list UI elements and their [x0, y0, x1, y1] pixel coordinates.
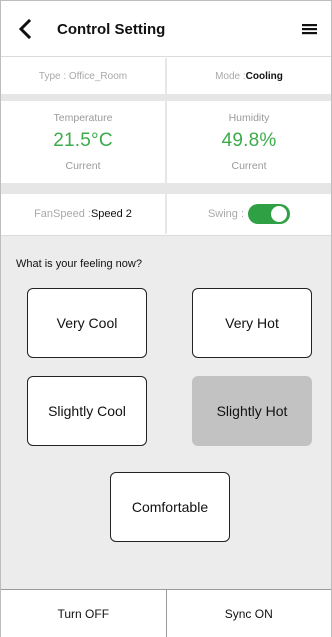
feeling-slightly-cool-button[interactable]: Slightly Cool: [27, 376, 147, 446]
feeling-very-cool-button[interactable]: Very Cool: [27, 288, 147, 358]
swing-toggle[interactable]: [248, 204, 291, 224]
feeling-comfortable-button[interactable]: Comfortable: [110, 472, 230, 542]
humidity-sub: Current: [231, 160, 267, 172]
toggle-knob: [271, 206, 288, 222]
fan-swing-row: FanSpeed : Speed 2 Swing :: [1, 194, 331, 234]
humidity-value: 49.8%: [221, 130, 277, 151]
feeling-panel: What is your feeling now? Very Cool Very…: [1, 235, 331, 589]
feeling-very-hot-button[interactable]: Very Hot: [192, 288, 312, 358]
temperature-value: 21.5°C: [53, 130, 113, 151]
swing-label: Swing :: [207, 208, 245, 220]
swing-cell: Swing :: [165, 194, 331, 234]
feeling-slightly-hot-button[interactable]: Slightly Hot: [192, 376, 312, 446]
header-bar: Control Setting: [1, 1, 331, 57]
app-window: Control Setting Type : Office_Room Mode …: [0, 0, 332, 637]
fan-speed-cell[interactable]: FanSpeed : Speed 2: [1, 194, 165, 234]
temperature-sub: Current: [65, 160, 101, 172]
divider: [1, 94, 331, 101]
mode-value: Cooling: [245, 70, 283, 82]
hamburger-menu-icon[interactable]: [302, 22, 317, 36]
type-mode-row: Type : Office_Room Mode : Cooling: [1, 58, 331, 94]
mode-cell: Mode : Cooling: [165, 58, 331, 94]
sync-on-button[interactable]: Sync ON: [165, 590, 332, 637]
chevron-left-icon[interactable]: [17, 19, 33, 39]
type-cell: Type : Office_Room: [1, 58, 165, 94]
mode-label: Mode :: [215, 70, 246, 82]
temperature-label: Temperature: [53, 112, 113, 124]
turn-off-button[interactable]: Turn OFF: [1, 590, 166, 637]
divider: [1, 183, 331, 194]
page-title: Control Setting: [57, 21, 166, 38]
temperature-card: Temperature 21.5°C Current: [1, 101, 165, 183]
room-type-text: Type : Office_Room: [38, 70, 128, 82]
fan-speed-label: FanSpeed :: [34, 208, 91, 220]
humidity-label: Humidity: [228, 112, 270, 124]
fan-speed-value: Speed 2: [90, 208, 132, 220]
feeling-question: What is your feeling now?: [16, 258, 142, 270]
bottom-action-bar: Turn OFF Sync ON: [1, 589, 331, 637]
readings-row: Temperature 21.5°C Current Humidity 49.8…: [1, 101, 331, 183]
humidity-card: Humidity 49.8% Current: [165, 101, 331, 183]
